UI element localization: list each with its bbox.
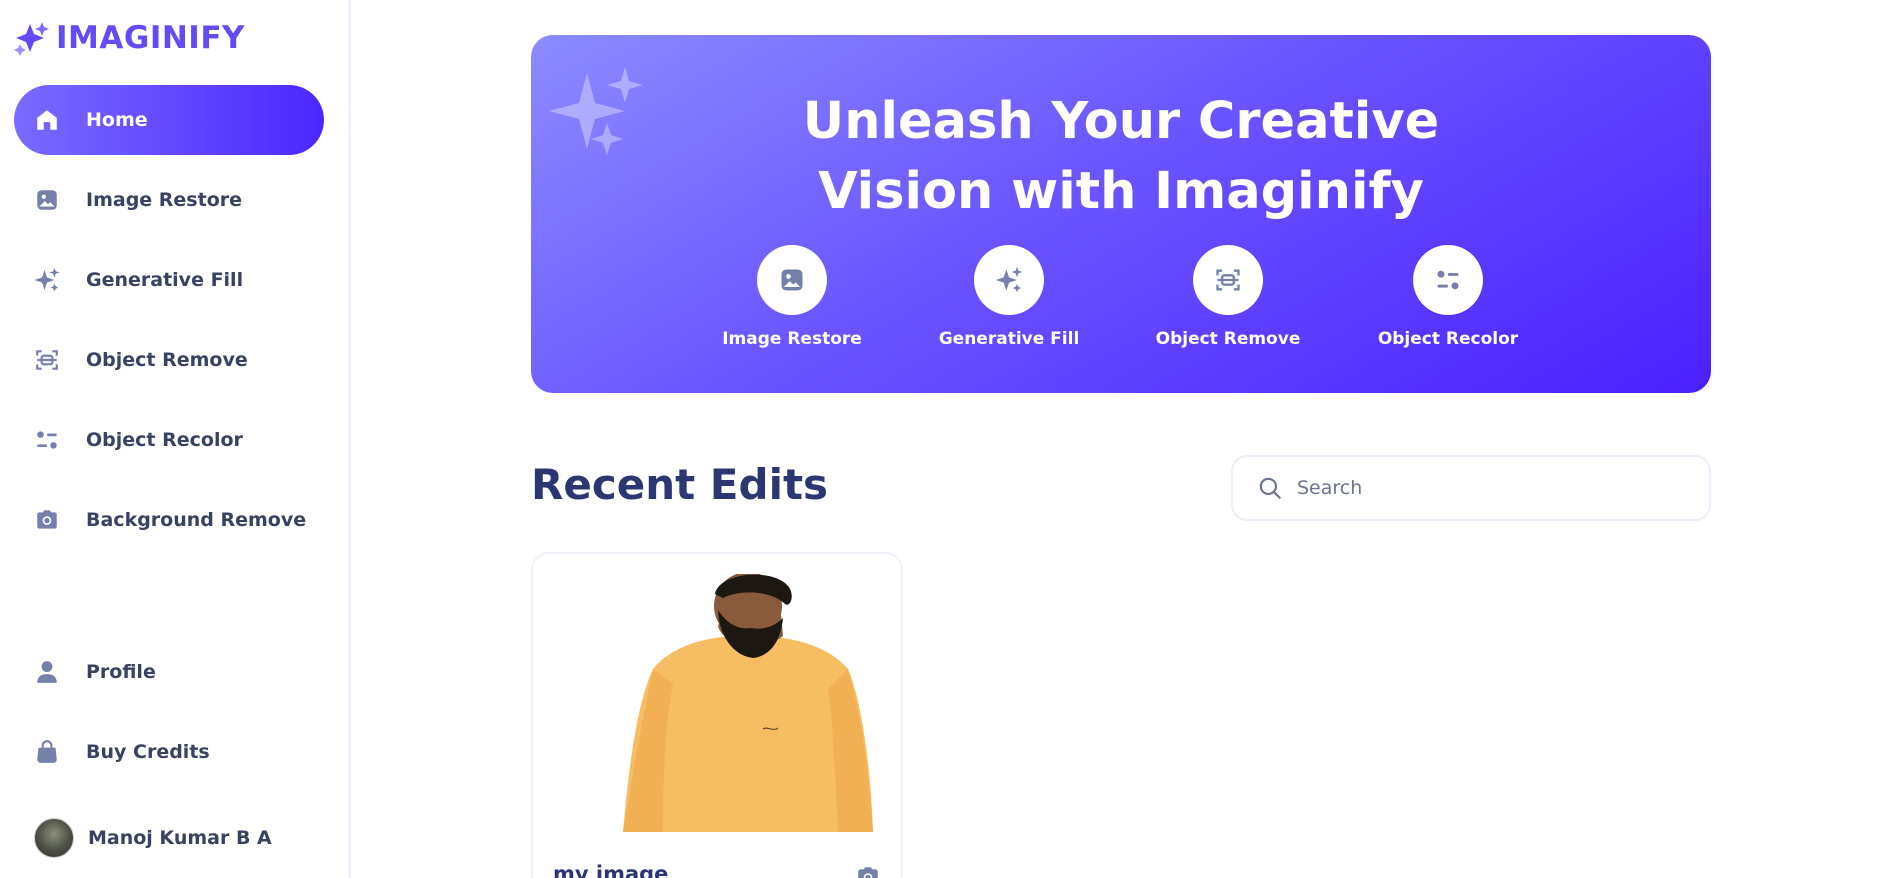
sidebar-item-label: Buy Credits — [86, 741, 210, 763]
sidebar-item-label: Object Recolor — [86, 429, 243, 451]
app-logo[interactable]: IMAGINIFY — [12, 18, 245, 58]
image-icon — [32, 185, 62, 215]
quick-action-object-recolor[interactable]: Object Recolor — [1358, 245, 1538, 349]
quick-action-label: Image Restore — [722, 329, 862, 349]
stars-icon — [974, 245, 1044, 315]
quick-action-label: Object Remove — [1155, 329, 1301, 349]
sidebar: IMAGINIFY Home Image Restore Generative … — [0, 0, 351, 878]
sidebar-item-generative-fill[interactable]: Generative Fill — [14, 245, 324, 315]
sidebar-item-image-restore[interactable]: Image Restore — [14, 165, 324, 235]
sidebar-item-profile[interactable]: Profile — [14, 637, 324, 707]
search-box[interactable] — [1231, 455, 1711, 521]
image-card-title: my image — [553, 862, 669, 878]
camera-icon — [858, 867, 878, 878]
sidebar-item-label: Object Remove — [86, 349, 248, 371]
user-name: Manoj Kumar B A — [88, 827, 272, 849]
hero-title-line1: Unleash Your Creative — [802, 92, 1440, 151]
sidebar-item-label: Profile — [86, 661, 156, 683]
filter-icon — [32, 425, 62, 455]
sidebar-item-label: Home — [86, 109, 148, 131]
search-input[interactable] — [1297, 477, 1677, 499]
hero-banner: Unleash Your Creative Vision with Imagin… — [531, 35, 1711, 393]
app-name: IMAGINIFY — [56, 20, 245, 56]
sidebar-item-background-remove[interactable]: Background Remove — [14, 485, 324, 555]
image-thumbnail[interactable] — [623, 574, 875, 832]
bag-icon — [32, 737, 62, 767]
recent-edits-title: Recent Edits — [531, 460, 829, 509]
home-icon — [32, 105, 62, 135]
person-photo-illustration — [623, 574, 873, 832]
logo-icon — [14, 22, 49, 56]
image-icon — [757, 245, 827, 315]
hero-title-line2: Vision with Imaginify — [818, 162, 1424, 221]
sidebar-item-buy-credits[interactable]: Buy Credits — [14, 717, 324, 787]
filter-icon — [1413, 245, 1483, 315]
quick-action-object-remove[interactable]: Object Remove — [1138, 245, 1318, 349]
sidebar-item-home[interactable]: Home — [14, 85, 324, 155]
quick-action-image-restore[interactable]: Image Restore — [702, 245, 882, 349]
sidebar-item-object-remove[interactable]: Object Remove — [14, 325, 324, 395]
stars-icon — [32, 265, 62, 295]
user-icon — [32, 657, 62, 687]
avatar[interactable] — [34, 818, 74, 858]
quick-action-label: Object Recolor — [1377, 329, 1519, 349]
image-card[interactable]: my image — [531, 552, 903, 878]
search-icon — [1259, 477, 1281, 499]
sidebar-item-object-recolor[interactable]: Object Recolor — [14, 405, 324, 475]
quick-action-generative-fill[interactable]: Generative Fill — [919, 245, 1099, 349]
scan-icon — [1193, 245, 1263, 315]
camera-icon — [32, 505, 62, 535]
sidebar-item-label: Image Restore — [86, 189, 243, 211]
scan-icon — [32, 345, 62, 375]
quick-action-label: Generative Fill — [938, 329, 1080, 349]
user-account[interactable]: Manoj Kumar B A — [34, 818, 272, 858]
sidebar-item-label: Background Remove — [86, 509, 307, 531]
sidebar-item-label: Generative Fill — [86, 269, 244, 291]
hero-title: Unleash Your Creative Vision with Imagin… — [531, 87, 1711, 227]
